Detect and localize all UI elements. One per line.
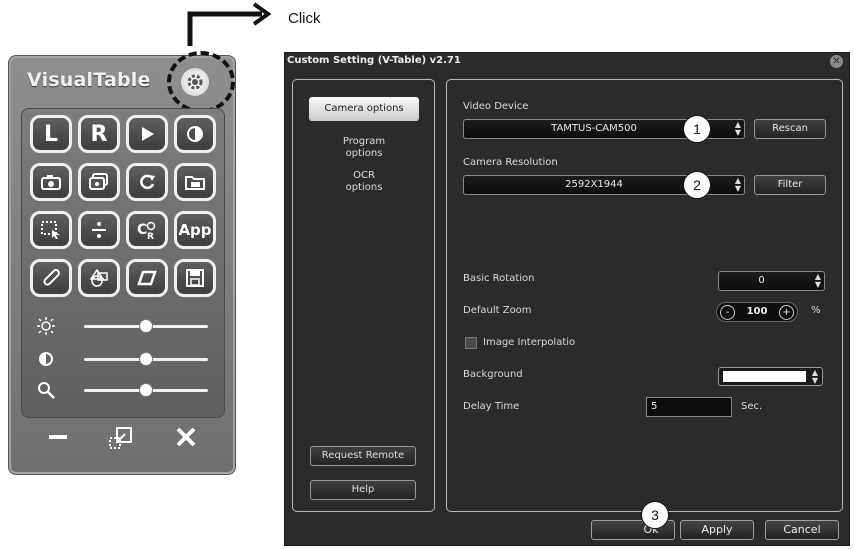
- delay-time-label: Delay Time: [463, 401, 520, 412]
- right-button[interactable]: R: [78, 115, 120, 153]
- nav-camera-options[interactable]: Camera options: [309, 97, 419, 121]
- custom-setting-dialog: Custom Setting (V-Table) v2.71 ✕ Camera …: [284, 52, 850, 546]
- spinner-icon: ▲ ▼: [811, 368, 818, 385]
- click-label: Click: [288, 10, 321, 27]
- rescan-button[interactable]: Rescan: [754, 119, 826, 139]
- left-button[interactable]: L: [30, 115, 72, 153]
- nav-ocr-options[interactable]: OCR options: [309, 170, 419, 194]
- camera-icon[interactable]: [30, 163, 72, 201]
- close-icon[interactable]: ✕: [830, 55, 843, 68]
- cancel-button[interactable]: Cancel: [765, 520, 839, 540]
- contrast-icon: [36, 349, 56, 369]
- request-remote-button[interactable]: Request Remote: [310, 446, 416, 466]
- default-zoom-control: - 100 +: [716, 302, 798, 322]
- pen-icon[interactable]: [30, 259, 72, 297]
- zoom-plus-button[interactable]: +: [779, 305, 794, 320]
- step-marker-1: 1: [683, 115, 711, 143]
- delay-time-unit: Sec.: [741, 401, 763, 412]
- zoom-unit: %: [811, 305, 821, 316]
- default-zoom-label: Default Zoom: [463, 305, 532, 316]
- step-marker-2: 2: [683, 171, 711, 199]
- image-interpolation-label: Image Interpolatio: [483, 337, 576, 348]
- help-button[interactable]: Help: [310, 480, 416, 500]
- basic-rotation-value: 0: [758, 275, 765, 286]
- image-folder-icon[interactable]: [174, 163, 216, 201]
- video-device-label: Video Device: [463, 101, 529, 112]
- magnifier-icon: [36, 380, 56, 400]
- refresh-icon[interactable]: [126, 163, 168, 201]
- nav-ocr-line1: OCR: [353, 170, 375, 181]
- select-area-icon[interactable]: [30, 211, 72, 249]
- zoom-minus-button[interactable]: -: [720, 305, 735, 320]
- divide-icon[interactable]: [78, 211, 120, 249]
- basic-rotation-spinner[interactable]: 0 ▲ ▼: [718, 271, 825, 291]
- spinner-icon: ▲ ▼: [734, 120, 741, 137]
- spinner-icon: ▲ ▼: [814, 272, 821, 289]
- brightness-slider-knob[interactable]: [139, 319, 153, 333]
- save-icon[interactable]: [174, 259, 216, 297]
- left-button-label: L: [43, 121, 59, 147]
- svg-text:C: C: [137, 222, 147, 238]
- app-button[interactable]: App: [174, 211, 216, 249]
- svg-text:R: R: [147, 232, 154, 240]
- step-marker-3: 3: [641, 501, 669, 529]
- visualtable-widget: VisualTable L R CR App: [8, 51, 236, 475]
- close-icon[interactable]: [175, 426, 197, 454]
- screenshot-root: Click VisualTable L R CR App Custom Sett…: [0, 0, 854, 549]
- play-icon[interactable]: [126, 115, 168, 153]
- camera-options-pane: [446, 79, 843, 512]
- delay-time-input[interactable]: 5: [646, 397, 732, 417]
- image-interpolation-checkbox[interactable]: [465, 337, 477, 349]
- minimize-icon[interactable]: [47, 426, 69, 454]
- camera-resolution-label: Camera Resolution: [463, 157, 558, 168]
- zoom-slider-knob[interactable]: [139, 383, 153, 397]
- background-label: Background: [463, 369, 523, 380]
- nav-program-options[interactable]: Program options: [309, 136, 419, 160]
- eraser-icon[interactable]: [126, 259, 168, 297]
- widget-button-grid: L R CR App: [21, 108, 225, 418]
- options-nav-pane: Camera options Program options OCR optio…: [292, 79, 435, 512]
- contrast-icon[interactable]: [174, 115, 216, 153]
- shapes-icon[interactable]: [78, 259, 120, 297]
- nav-program-line1: Program: [342, 136, 386, 147]
- nav-ocr-line2: options: [345, 182, 383, 193]
- background-color-select[interactable]: ▲ ▼: [718, 367, 823, 386]
- background-color-swatch: [723, 371, 806, 382]
- app-button-label: App: [178, 221, 212, 239]
- right-button-label: R: [90, 121, 108, 147]
- ocr-icon[interactable]: CR: [126, 211, 168, 249]
- apply-button[interactable]: Apply: [680, 520, 754, 540]
- restore-icon[interactable]: [109, 426, 133, 456]
- default-zoom-value[interactable]: 100: [739, 303, 775, 321]
- nav-program-line2: options: [345, 148, 383, 159]
- widget-title: VisualTable: [27, 69, 151, 91]
- basic-rotation-label: Basic Rotation: [463, 273, 535, 284]
- spinner-icon: ▲ ▼: [734, 176, 741, 193]
- brightness-icon: [36, 316, 56, 336]
- filter-button[interactable]: Filter: [754, 175, 826, 195]
- click-arrow-icon: [187, 2, 272, 46]
- dialog-title: Custom Setting (V-Table) v2.71: [287, 55, 461, 66]
- highlight-ring: [167, 51, 235, 113]
- multi-camera-icon[interactable]: [78, 163, 120, 201]
- contrast-slider-knob[interactable]: [139, 352, 153, 366]
